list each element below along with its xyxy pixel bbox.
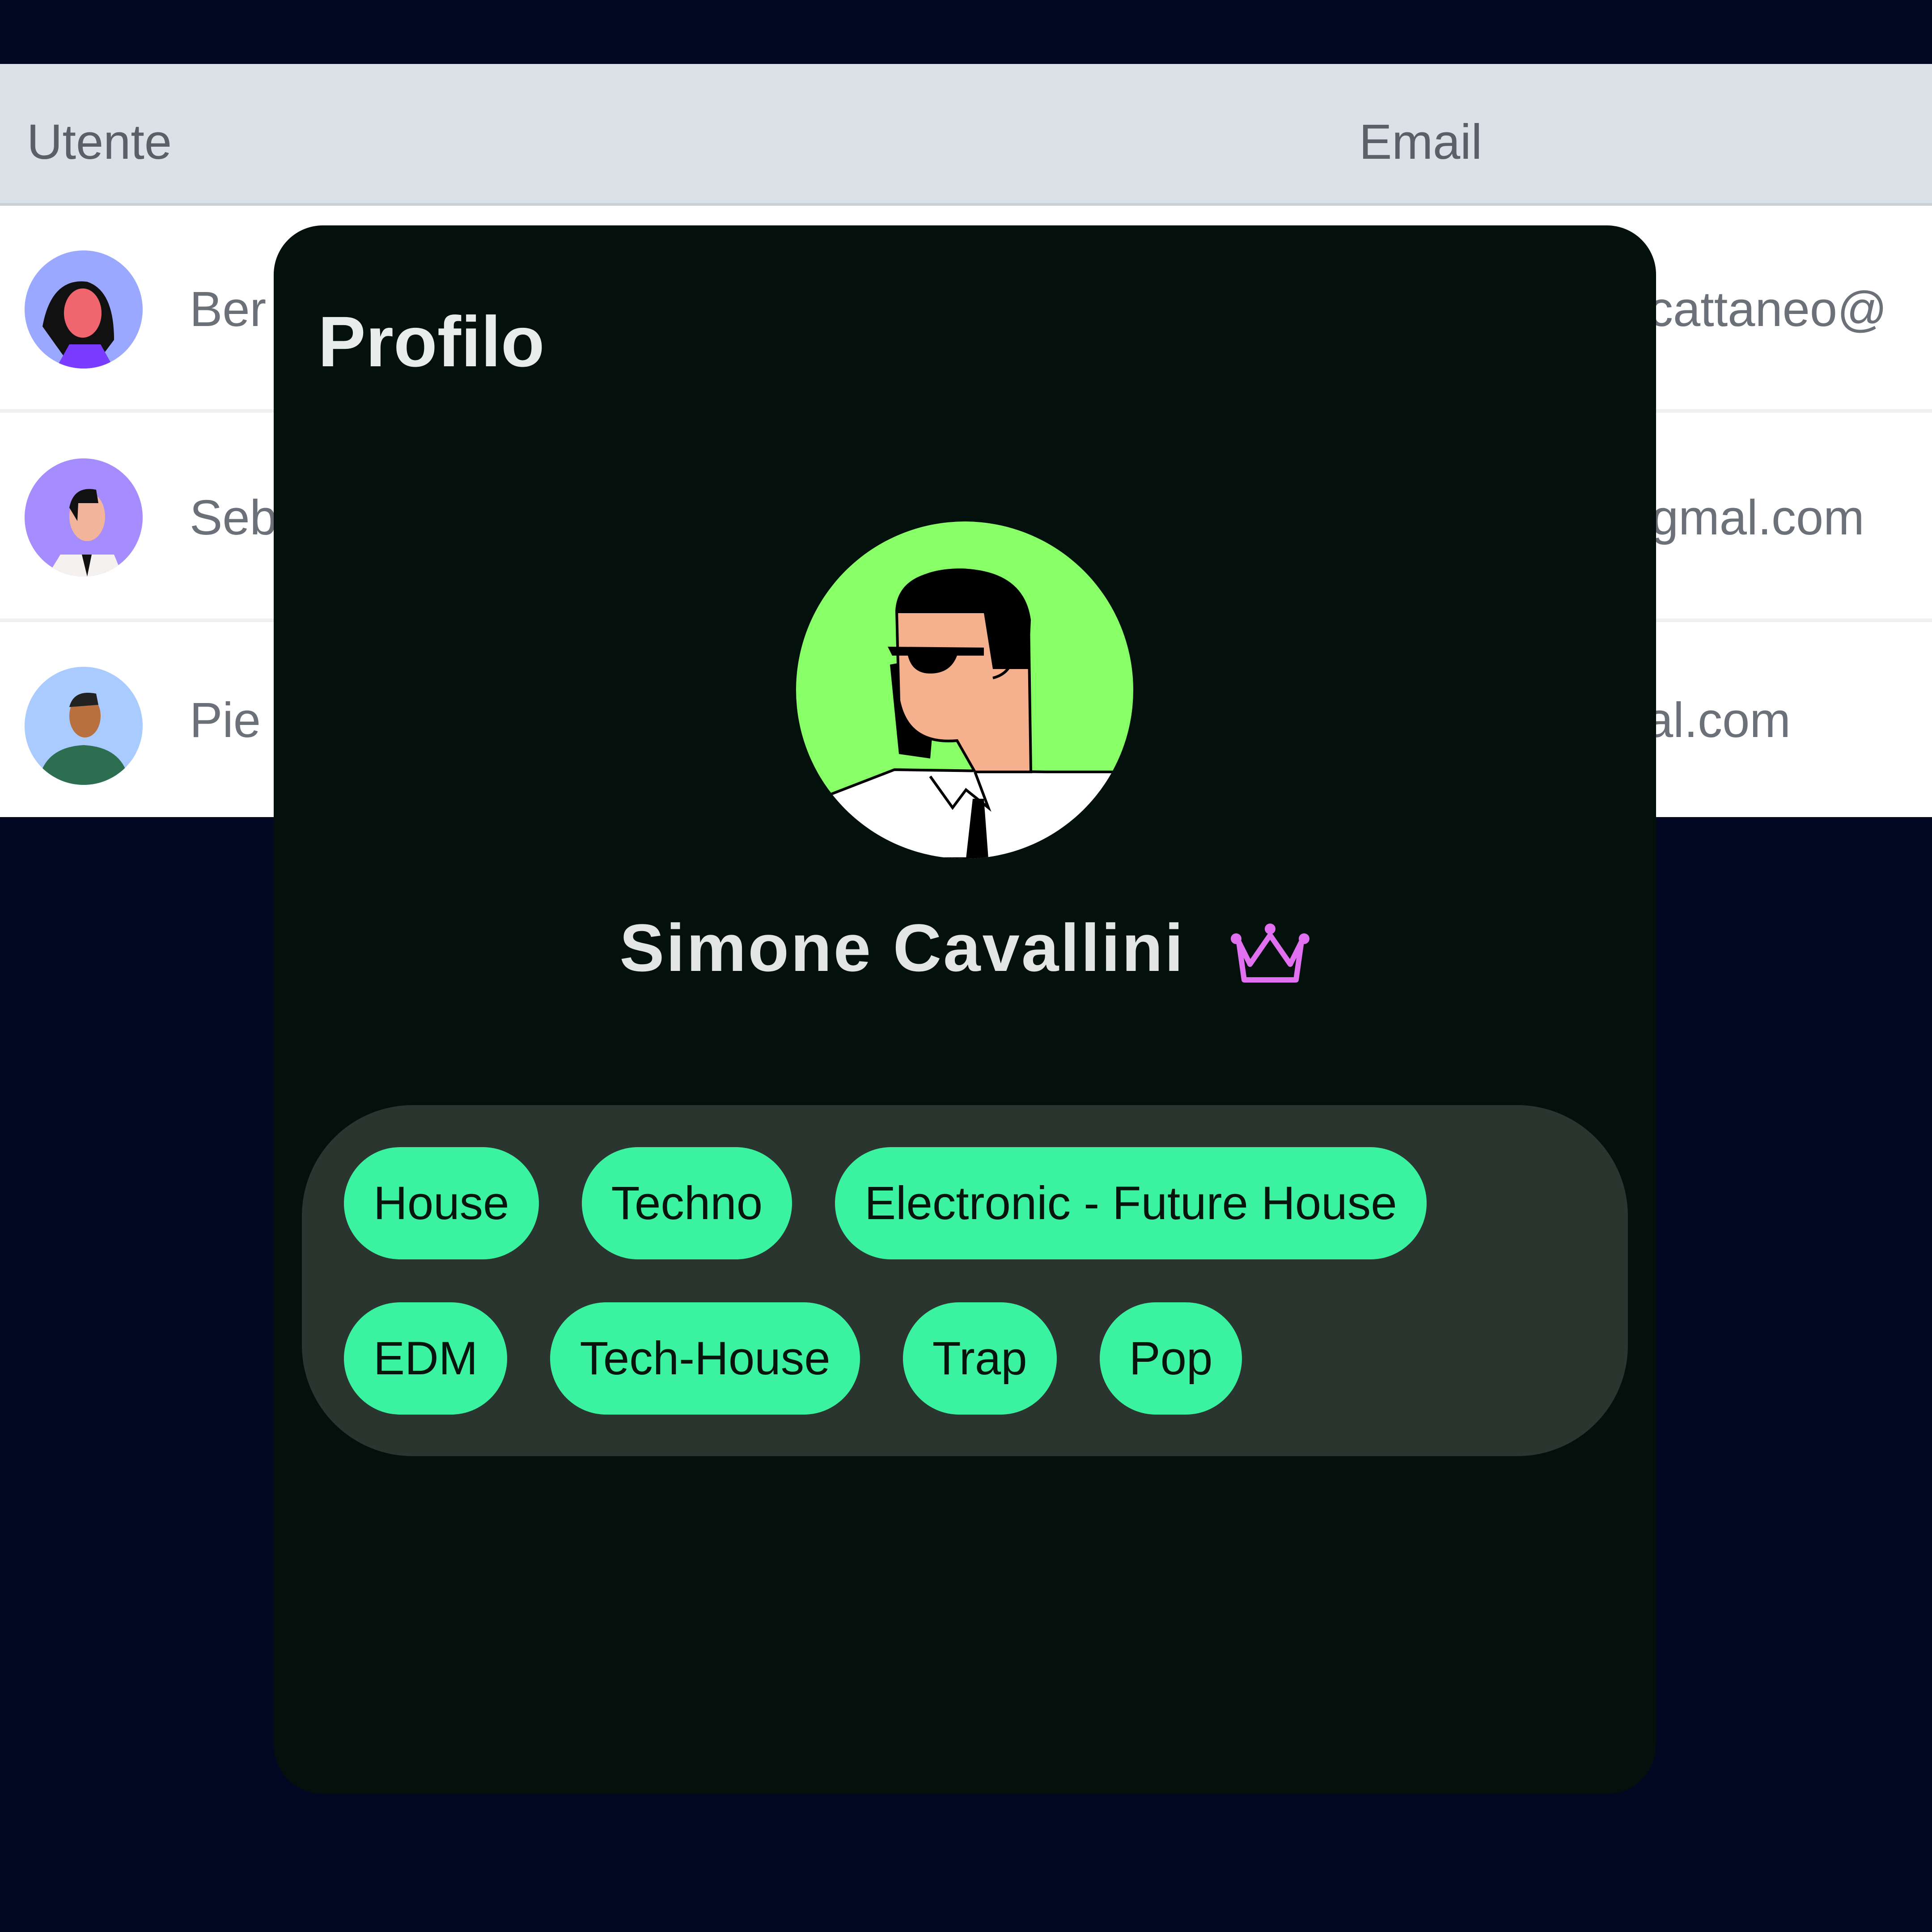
genre-tags: House Techno Electronic - Future House E… — [302, 1105, 1628, 1456]
profile-name: Simone Cavallini — [619, 910, 1185, 985]
tag-tech-house[interactable]: Tech-House — [550, 1302, 860, 1415]
profile-avatar — [796, 521, 1133, 859]
user-name: Pie — [190, 693, 261, 748]
column-header-email[interactable]: Email — [1359, 118, 1482, 167]
avatar — [25, 250, 143, 369]
tag-house[interactable]: House — [344, 1147, 539, 1259]
table-header: Utente Email — [0, 64, 1932, 206]
profile-name-row: Simone Cavallini — [274, 914, 1656, 984]
user-email: al.com — [1646, 693, 1791, 748]
tag-edm[interactable]: EDM — [344, 1302, 508, 1415]
tag-electronic-future-house[interactable]: Electronic - Future House — [835, 1147, 1427, 1259]
avatar — [25, 458, 143, 576]
profile-modal: Profilo Simone Cavallini House Techno El… — [274, 225, 1656, 1794]
tag-trap[interactable]: Trap — [902, 1302, 1057, 1415]
user-email: cattaneo@ — [1648, 282, 1887, 337]
tag-techno[interactable]: Techno — [581, 1147, 792, 1259]
column-header-user[interactable]: Utente — [27, 118, 172, 167]
user-email: gmal.com — [1651, 490, 1864, 545]
user-name: Ber — [190, 282, 267, 337]
user-name: Seb — [190, 490, 277, 545]
avatar — [25, 667, 143, 785]
modal-title: Profilo — [318, 301, 545, 381]
tag-pop[interactable]: Pop — [1099, 1302, 1242, 1415]
crown-icon — [1230, 924, 1309, 983]
